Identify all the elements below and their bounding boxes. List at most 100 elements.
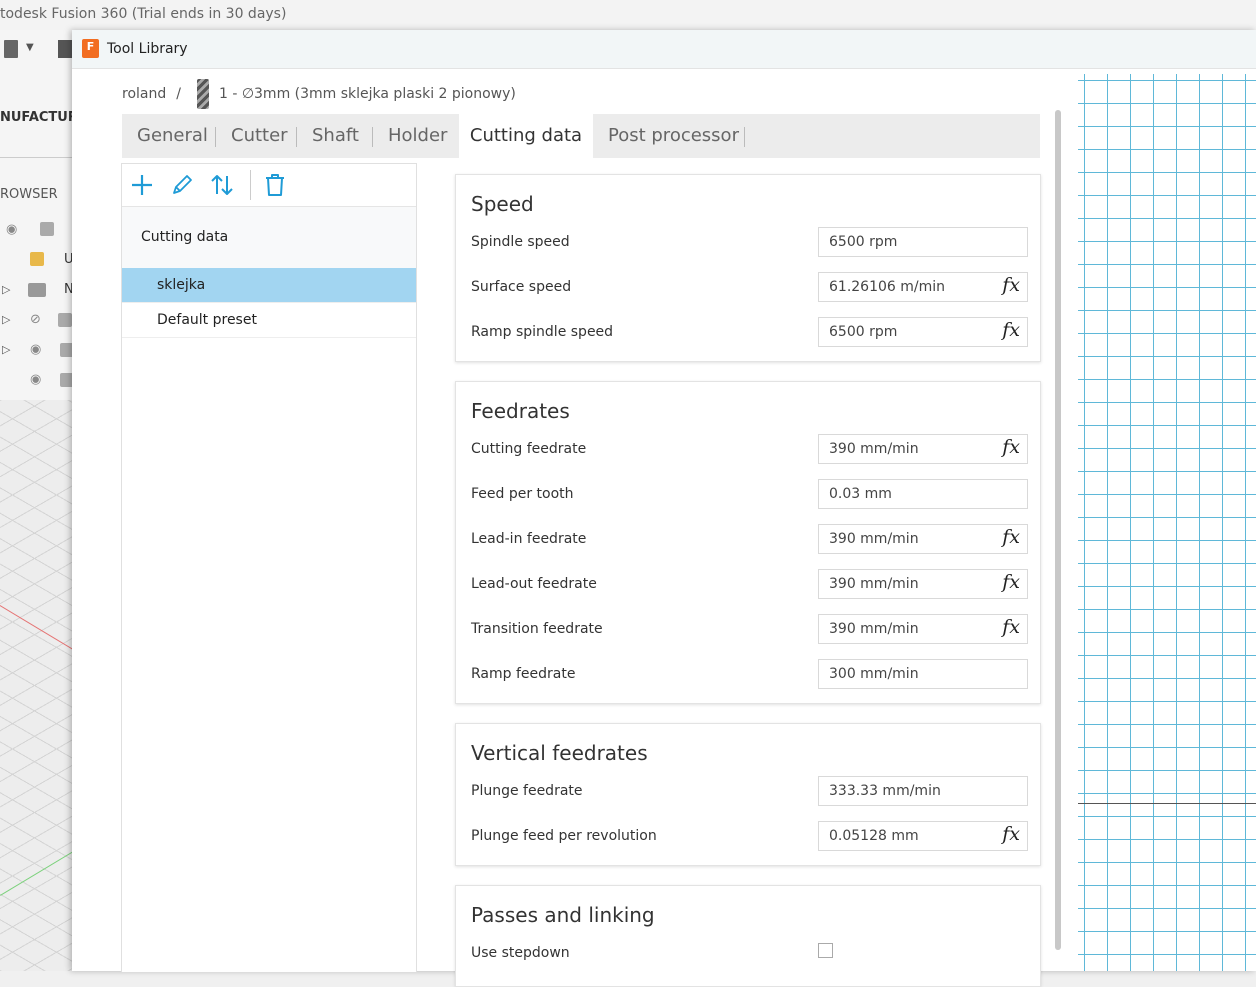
field-value: 0.03 mm xyxy=(829,486,892,502)
breadcrumb: roland / 1 - ∅3mm (3mm sklejka plaski 2 pi… xyxy=(122,79,516,109)
preset-item-default[interactable]: Default preset xyxy=(122,303,416,338)
preset-list-header: Cutting data xyxy=(122,207,416,268)
field-value: 390 mm/min xyxy=(829,576,919,592)
tab-divider xyxy=(372,127,373,147)
feedrates-section: Feedrates Cutting feedrate 390 mm/min fx … xyxy=(455,381,1041,704)
fx-icon[interactable]: fx xyxy=(1002,436,1020,458)
field-value: 333.33 mm/min xyxy=(829,783,941,799)
eye-icon[interactable]: ◉ xyxy=(30,372,41,387)
tab-divider xyxy=(744,127,745,147)
tree-letter-u: U xyxy=(64,252,72,267)
eye-icon[interactable]: ◉ xyxy=(30,342,41,357)
surface-speed-input[interactable]: 61.26106 m/min fx xyxy=(818,272,1028,302)
section-title: Vertical feedrates xyxy=(471,741,648,765)
fx-icon[interactable]: fx xyxy=(1002,571,1020,593)
eye-icon[interactable]: ◉ xyxy=(6,222,17,237)
breadcrumb-library[interactable]: roland xyxy=(122,86,166,102)
use-stepdown-row: Use stepdown xyxy=(456,938,1040,968)
fx-icon[interactable]: fx xyxy=(1002,319,1020,341)
preset-label: Default preset xyxy=(157,312,257,328)
section-title: Feedrates xyxy=(471,399,570,423)
component-icon xyxy=(40,222,54,236)
tab-cutter[interactable]: Cutter xyxy=(231,114,288,158)
plunge-feedrate-input[interactable]: 333.33 mm/min xyxy=(818,776,1028,806)
lead-out-feedrate-row: Lead-out feedrate 390 mm/min fx xyxy=(456,569,1040,599)
field-label: Spindle speed xyxy=(471,234,570,250)
spindle-speed-input[interactable]: 6500 rpm xyxy=(818,227,1028,257)
chevron-down-icon[interactable]: ▼ xyxy=(26,42,34,53)
field-label: Ramp feedrate xyxy=(471,666,576,682)
plunge-feed-per-revolution-input[interactable]: 0.05128 mm fx xyxy=(818,821,1028,851)
ramp-feedrate-input[interactable]: 300 mm/min xyxy=(818,659,1028,689)
field-label: Cutting feedrate xyxy=(471,441,587,457)
tab-bar: General Cutter Shaft Holder Cutting data… xyxy=(122,114,1040,158)
tool-library-dialog: F Tool Library roland / 1 - ∅3mm (3mm skle… xyxy=(72,30,1256,987)
preset-panel: Cutting data sklejka Default preset xyxy=(121,163,417,972)
passes-and-linking-section: Passes and linking Use stepdown xyxy=(455,885,1041,987)
field-value: 61.26106 m/min xyxy=(829,279,946,295)
tab-shaft[interactable]: Shaft xyxy=(312,114,359,158)
toolbar-divider xyxy=(250,170,251,200)
tab-cutting-data[interactable]: Cutting data xyxy=(459,114,593,158)
sketch-grid-preview xyxy=(1078,74,1256,971)
hidden-eye-icon[interactable]: ⊘ xyxy=(30,312,41,327)
cutting-feedrate-input[interactable]: 390 mm/min fx xyxy=(818,434,1028,464)
field-label: Use stepdown xyxy=(471,945,570,961)
lead-in-feedrate-input[interactable]: 390 mm/min fx xyxy=(818,524,1028,554)
use-stepdown-checkbox[interactable] xyxy=(818,943,833,958)
units-icon xyxy=(30,252,44,266)
speed-section: Speed Spindle speed 6500 rpm Surface spe… xyxy=(455,174,1041,362)
preset-item-sklejka[interactable]: sklejka xyxy=(122,268,416,303)
scrollbar-thumb[interactable] xyxy=(1055,110,1061,950)
transition-feedrate-input[interactable]: 390 mm/min fx xyxy=(818,614,1028,644)
file-icon[interactable] xyxy=(4,40,18,58)
field-label: Plunge feedrate xyxy=(471,783,583,799)
field-label: Ramp spindle speed xyxy=(471,324,614,340)
tool-thumbnail-icon xyxy=(196,79,209,109)
section-title: Speed xyxy=(471,192,534,216)
expand-icon[interactable]: ▷ xyxy=(2,283,10,296)
sketch-icon xyxy=(60,373,72,387)
delete-icon[interactable] xyxy=(262,172,288,198)
field-value: 6500 rpm xyxy=(829,324,898,340)
add-icon[interactable] xyxy=(129,172,155,198)
tab-divider xyxy=(215,127,216,147)
tab-holder[interactable]: Holder xyxy=(388,114,447,158)
workspace-label[interactable]: NUFACTUR xyxy=(0,110,72,125)
expand-icon[interactable]: ▷ xyxy=(2,343,10,356)
field-value: 0.05128 mm xyxy=(829,828,919,844)
tab-general[interactable]: General xyxy=(137,114,208,158)
tree-letter-n: N xyxy=(64,282,72,297)
scrollbar[interactable] xyxy=(1055,110,1061,950)
expand-icon[interactable]: ▷ xyxy=(2,313,10,326)
ramp-spindle-speed-row: Ramp spindle speed 6500 rpm fx xyxy=(456,317,1040,347)
ramp-spindle-speed-input[interactable]: 6500 rpm fx xyxy=(818,317,1028,347)
dialog-title-bar[interactable]: F Tool Library xyxy=(72,30,1256,69)
spindle-speed-row: Spindle speed 6500 rpm xyxy=(456,227,1040,257)
field-label: Surface speed xyxy=(471,279,572,295)
preset-header-label: Cutting data xyxy=(141,229,229,245)
fx-icon[interactable]: fx xyxy=(1002,616,1020,638)
feed-per-tooth-input[interactable]: 0.03 mm xyxy=(818,479,1028,509)
fx-icon[interactable]: fx xyxy=(1002,526,1020,548)
tab-post-processor[interactable]: Post processor xyxy=(608,114,739,158)
body-icon xyxy=(60,343,72,357)
fx-icon[interactable]: fx xyxy=(1002,823,1020,845)
sort-icon[interactable] xyxy=(209,172,235,198)
app-title-bar: todesk Fusion 360 (Trial ends in 30 days… xyxy=(0,0,1256,30)
grid-axis-line xyxy=(1078,803,1256,804)
plunge-feed-per-revolution-row: Plunge feed per revolution 0.05128 mm fx xyxy=(456,821,1040,851)
preset-toolbar xyxy=(122,164,416,207)
section-title: Passes and linking xyxy=(471,903,655,927)
cutting-feedrate-row: Cutting feedrate 390 mm/min fx xyxy=(456,434,1040,464)
lead-out-feedrate-input[interactable]: 390 mm/min fx xyxy=(818,569,1028,599)
field-value: 300 mm/min xyxy=(829,666,919,682)
surface-speed-row: Surface speed 61.26106 m/min fx xyxy=(456,272,1040,302)
breadcrumb-tool: 1 - ∅3mm (3mm sklejka plaski 2 pionowy) xyxy=(218,86,516,102)
divider xyxy=(0,157,72,158)
browser-label: ROWSER xyxy=(0,187,58,202)
fx-icon[interactable]: fx xyxy=(1002,274,1020,296)
edit-icon[interactable] xyxy=(169,172,195,198)
field-label: Feed per tooth xyxy=(471,486,574,502)
save-icon[interactable] xyxy=(58,40,72,58)
